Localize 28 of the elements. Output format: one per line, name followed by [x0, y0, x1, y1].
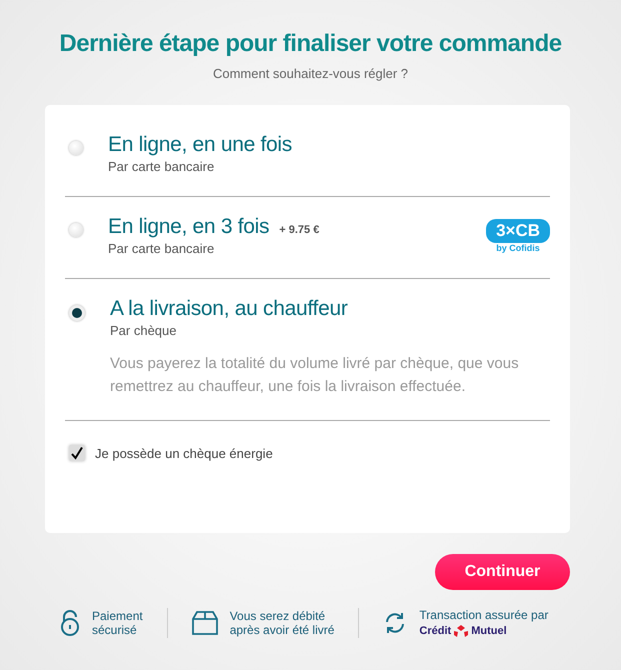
checkbox-label[interactable]: Je possède un chèque énergie [95, 446, 273, 460]
radio-button[interactable] [69, 223, 83, 237]
option-subtitle: Par carte bancaire [108, 241, 216, 256]
footer-text: Transaction assurée par [419, 608, 548, 622]
page-title: Dernière étape pour finaliser votre commande [58, 30, 563, 58]
option-subtitle: Par carte bancaire [108, 159, 216, 174]
continue-button[interactable]: Continuer [435, 554, 570, 590]
installment-logo: 3×CB [486, 219, 550, 243]
option-subtitle: Par chèque [110, 323, 178, 338]
bank-name: Crédit [419, 625, 452, 637]
bank-logo-icon [453, 624, 470, 638]
option-description: Vous payerez la totalité du volume livré par chèque, que vous remettrez au chauffeur, une fois la livraison effectuée. [110, 354, 520, 397]
footer-text: après avoir été livré [230, 623, 334, 637]
radio-button[interactable] [69, 141, 83, 155]
option-title[interactable]: En ligne, en 3 fois [108, 215, 270, 239]
page-subtitle: Comment souhaitez-vous régler ? [212, 66, 410, 81]
surcharge-label: + 9.75 € [279, 224, 320, 236]
option-title[interactable]: En ligne, en une fois [108, 133, 292, 157]
logo-caption: by Cofidis [496, 243, 540, 253]
box-icon [192, 611, 218, 635]
lock-icon [60, 610, 80, 636]
option-title[interactable]: A la livraison, au chauffeur [110, 297, 348, 321]
radio-button[interactable] [69, 305, 85, 321]
checkbox[interactable] [69, 445, 85, 461]
footer-text: sécurisé [92, 623, 138, 637]
footer-text: Paiement [92, 609, 143, 623]
footer-text: Vous serez débité [230, 609, 326, 623]
bank-name: Mutuel [471, 625, 507, 637]
